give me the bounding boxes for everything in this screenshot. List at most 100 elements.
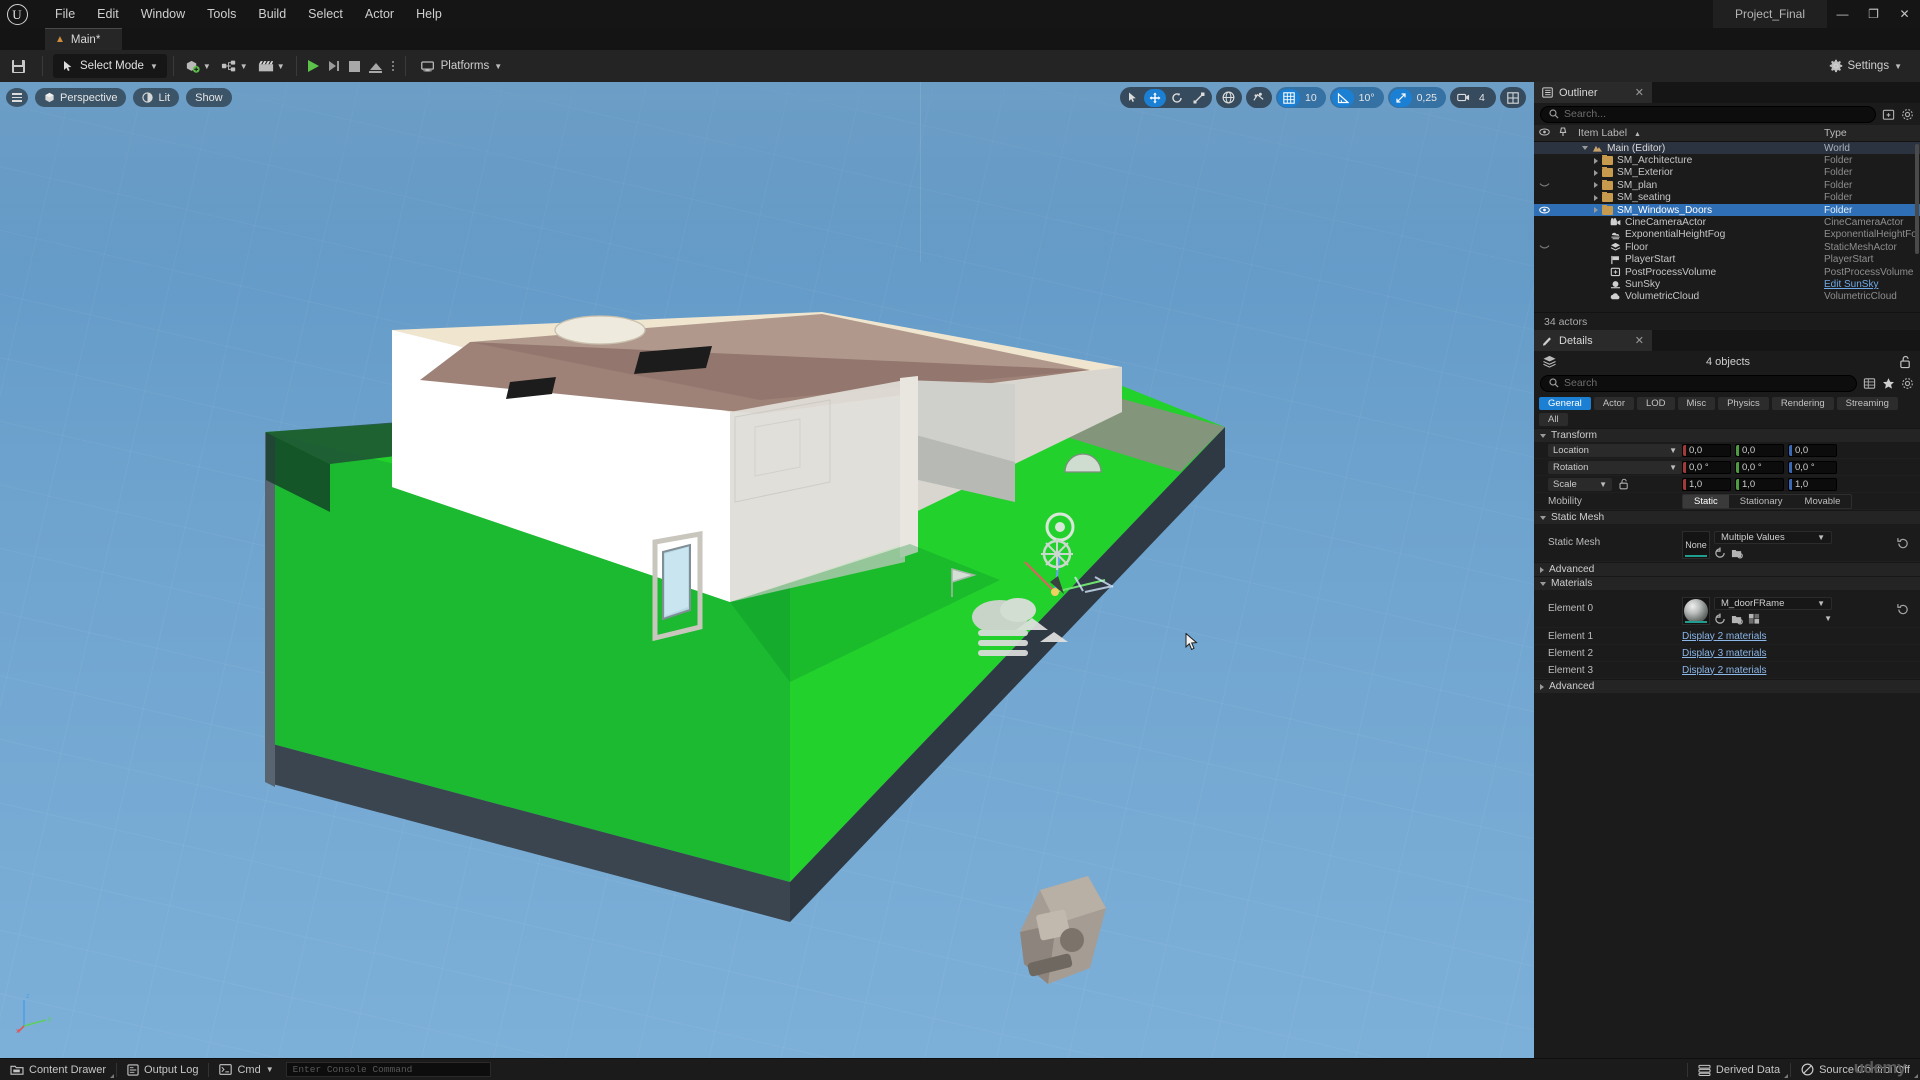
play-options-button[interactable] — [387, 54, 399, 78]
row-visibility-toggle[interactable] — [1534, 182, 1554, 188]
camera-speed-value[interactable]: 4 — [1474, 92, 1494, 104]
outliner-row-sunsky[interactable]: SunSky Edit SunSky — [1534, 278, 1920, 290]
derived-data-button[interactable]: Derived Data — [1688, 1059, 1790, 1080]
create-actor-button[interactable]: ▼ — [180, 54, 216, 78]
blueprints-button[interactable]: ▼ — [216, 54, 253, 78]
level-viewport[interactable]: Perspective Lit Show 10 10° 0,25 4 z y x — [0, 82, 1534, 1058]
outliner-row-floor[interactable]: Floor StaticMeshActor — [1534, 241, 1920, 253]
menu-actor[interactable]: Actor — [354, 3, 405, 25]
console-command-input[interactable]: Enter Console Command — [285, 1062, 491, 1077]
location-z-field[interactable]: 0,0 — [1788, 443, 1837, 457]
details-filter-general[interactable]: General — [1539, 397, 1591, 410]
viewport-options-button[interactable] — [6, 88, 28, 107]
material-options-icon[interactable] — [1748, 613, 1760, 625]
details-filter-actor[interactable]: Actor — [1593, 397, 1634, 410]
mobility-movable-button[interactable]: Movable — [1794, 495, 1852, 508]
rotate-tool-icon[interactable] — [1166, 89, 1188, 107]
static-mesh-thumbnail[interactable]: None — [1682, 530, 1710, 559]
scale-x-field[interactable]: 1,0 — [1682, 477, 1731, 491]
outliner-tab[interactable]: Outliner ✕ — [1534, 82, 1652, 103]
mobility-static-button[interactable]: Static — [1683, 494, 1729, 508]
outliner-row-cinecameraactor[interactable]: CineCameraActor CineCameraActor — [1534, 216, 1920, 228]
menu-window[interactable]: Window — [130, 3, 196, 25]
details-favorites-icon[interactable] — [1881, 376, 1895, 390]
chevron-down-icon[interactable] — [1582, 146, 1588, 151]
unreal-logo-icon[interactable]: U — [0, 0, 34, 28]
viewport-lighting-mode-button[interactable]: Lit — [133, 88, 180, 107]
element-2-display-link[interactable]: Display 3 materials — [1682, 648, 1766, 659]
viewport-view-mode-button[interactable]: Perspective — [35, 88, 127, 107]
section-static-mesh-header[interactable]: Static Mesh — [1534, 510, 1920, 524]
static-mesh-reset[interactable] — [1886, 537, 1920, 549]
play-button[interactable] — [303, 54, 324, 78]
details-grid-view-icon[interactable] — [1862, 376, 1876, 390]
output-log-button[interactable]: Output Log — [117, 1059, 208, 1080]
rotation-x-field[interactable]: 0,0 ° — [1682, 460, 1731, 474]
outliner-row-playerstart[interactable]: PlayerStart PlayerStart — [1534, 254, 1920, 266]
column-item-label[interactable]: Item Label ▲ — [1572, 127, 1824, 139]
skip-button[interactable] — [324, 54, 344, 78]
outliner-add-folder-icon[interactable] — [1881, 107, 1895, 121]
outliner-row-sm-architecture[interactable]: SM_Architecture Folder — [1534, 154, 1920, 166]
rotation-y-field[interactable]: 0,0 ° — [1735, 460, 1784, 474]
browse-to-asset-icon[interactable] — [1714, 546, 1726, 559]
outliner-row-volumetriccloud[interactable]: VolumetricCloud VolumetricCloud — [1534, 291, 1920, 303]
rotation-dropdown[interactable]: Rotation ▼ — [1548, 460, 1682, 474]
details-filter-misc[interactable]: Misc — [1677, 397, 1716, 410]
select-mode-dropdown[interactable]: Select Mode ▼ — [53, 54, 167, 78]
chevron-down-icon[interactable]: ▼ — [1824, 614, 1832, 623]
content-drawer-button[interactable]: Content Drawer — [0, 1059, 116, 1080]
menu-build[interactable]: Build — [247, 3, 297, 25]
scale-lock-icon[interactable] — [1618, 478, 1630, 490]
use-selected-asset-icon[interactable] — [1731, 613, 1743, 625]
outliner-row-exponentialheightfog[interactable]: ExponentialHeightFog ExponentialHeightFo — [1534, 229, 1920, 241]
scale-snap-icon[interactable] — [1389, 88, 1412, 107]
element-1-display-link[interactable]: Display 2 materials — [1682, 631, 1766, 642]
outliner-row-sm-plan[interactable]: SM_plan Folder — [1534, 179, 1920, 191]
outliner-tree[interactable]: Main (Editor) World SM_Architecture Folder S… — [1534, 142, 1920, 312]
column-pin-icon[interactable] — [1554, 126, 1572, 140]
row-visibility-toggle[interactable] — [1534, 206, 1554, 214]
details-filter-lod[interactable]: LOD — [1637, 397, 1675, 410]
details-tab[interactable]: Details ✕ — [1534, 330, 1652, 351]
close-button[interactable]: ✕ — [1889, 0, 1920, 28]
scale-dropdown[interactable]: Scale ▼ — [1548, 477, 1612, 491]
camera-speed-icon[interactable] — [1452, 89, 1474, 107]
details-settings-icon[interactable] — [1900, 376, 1914, 390]
menu-help[interactable]: Help — [405, 3, 453, 25]
details-close-icon[interactable]: ✕ — [1635, 334, 1644, 347]
chevron-right-icon[interactable] — [1594, 207, 1598, 214]
column-visibility-icon[interactable] — [1534, 127, 1554, 139]
outliner-row-postprocessvolume[interactable]: PostProcessVolume PostProcessVolume — [1534, 266, 1920, 278]
maximize-button[interactable]: ❐ — [1858, 0, 1889, 28]
menu-tools[interactable]: Tools — [196, 3, 247, 25]
browse-to-asset-icon[interactable] — [1714, 612, 1726, 625]
menu-file[interactable]: File — [44, 3, 86, 25]
static-mesh-advanced-header[interactable]: Advanced — [1534, 562, 1920, 576]
angle-snap-value[interactable]: 10° — [1354, 92, 1382, 104]
outliner-close-icon[interactable]: ✕ — [1635, 86, 1644, 99]
grid-snap-value[interactable]: 10 — [1300, 92, 1324, 104]
details-search-input[interactable]: Search — [1540, 374, 1857, 392]
cinematics-button[interactable]: ▼ — [253, 54, 290, 78]
details-filter-all[interactable]: All — [1539, 413, 1568, 426]
outliner-settings-icon[interactable] — [1900, 107, 1914, 121]
outliner-row-sm-exterior[interactable]: SM_Exterior Folder — [1534, 167, 1920, 179]
location-y-field[interactable]: 0,0 — [1735, 443, 1784, 457]
move-tool-icon[interactable] — [1143, 88, 1166, 107]
column-type-label[interactable]: Type — [1824, 127, 1920, 139]
mobility-stationary-button[interactable]: Stationary — [1729, 495, 1794, 508]
details-filter-rendering[interactable]: Rendering — [1771, 397, 1834, 410]
element-3-display-link[interactable]: Display 2 materials — [1682, 665, 1766, 676]
scale-z-field[interactable]: 1,0 — [1788, 477, 1837, 491]
outliner-row-sm-windows-doors[interactable]: SM_Windows_Doors Folder — [1534, 203, 1920, 217]
outliner-row-main-editor-[interactable]: Main (Editor) World — [1534, 142, 1920, 155]
grid-snap-icon[interactable] — [1277, 88, 1300, 107]
details-filter-streaming[interactable]: Streaming — [1836, 397, 1898, 410]
edit-sunsky-link[interactable]: Edit SunSky — [1824, 279, 1878, 290]
outliner-search-input[interactable]: Search... — [1540, 105, 1876, 123]
eject-button[interactable] — [365, 54, 387, 78]
materials-advanced-header[interactable]: Advanced — [1534, 679, 1920, 693]
outliner-scrollbar[interactable] — [1915, 144, 1919, 254]
angle-snap-icon[interactable] — [1331, 88, 1354, 107]
